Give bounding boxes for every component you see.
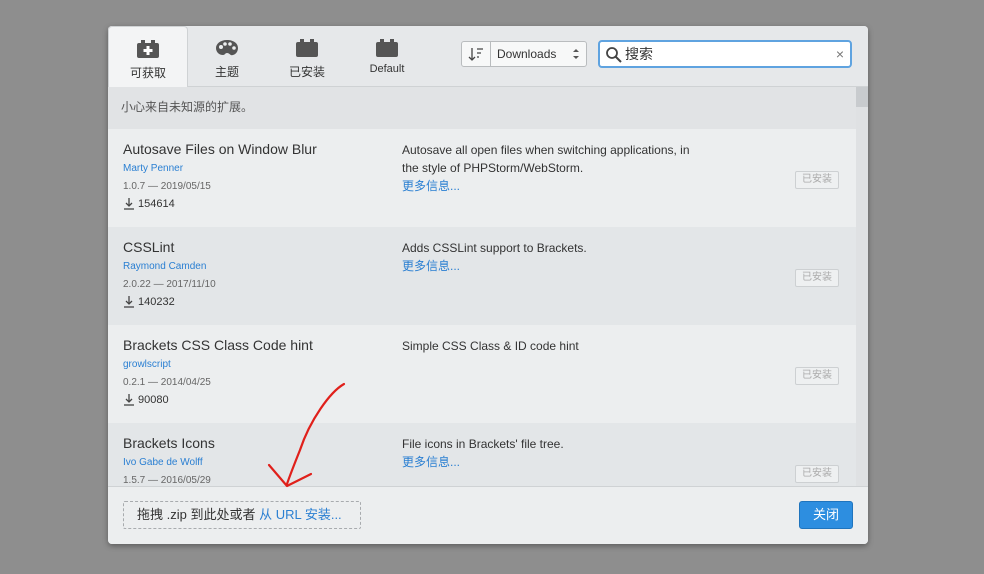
plus-box-icon <box>137 40 159 58</box>
tab-themes[interactable]: 主题 <box>188 26 266 86</box>
box-icon <box>376 39 398 57</box>
palette-icon <box>216 40 238 56</box>
search-input[interactable] <box>625 44 825 64</box>
toolbar: 可获取 主题 已安装 Default Downloads 搜索 × <box>108 26 868 87</box>
tab-available[interactable]: 可获取 <box>108 26 188 87</box>
extension-description: Simple CSS Class & ID code hint <box>402 337 692 355</box>
search-icon <box>606 47 622 63</box>
extension-name: Autosave Files on Window Blur <box>123 141 317 157</box>
more-info-link[interactable]: 更多信息... <box>402 259 460 273</box>
install-from-url-link[interactable]: 从 URL 安装... <box>259 507 342 522</box>
download-icon <box>124 394 134 406</box>
footer: 拖拽 .zip 到此处或者 从 URL 安装... 关闭 <box>108 486 868 544</box>
more-info-link[interactable]: 更多信息... <box>402 179 460 193</box>
download-count-value: 90080 <box>138 394 169 406</box>
description-text: File icons in Brackets' file tree. <box>402 437 564 451</box>
download-icon <box>124 198 134 210</box>
tab-label: 主题 <box>214 65 239 79</box>
installed-button[interactable]: 已安装 <box>795 269 839 287</box>
close-button[interactable]: 关闭 <box>799 501 853 529</box>
extension-list[interactable]: 小心来自未知源的扩展。 Autosave Files on Window Blu… <box>108 87 868 486</box>
list-item: Brackets Icons Ivo Gabe de Wolff 1.5.7 —… <box>108 423 856 486</box>
download-count-value: 140232 <box>138 296 175 308</box>
extension-description: Autosave all open files when switching a… <box>402 141 692 195</box>
extension-author[interactable]: Ivo Gabe de Wolff <box>123 457 203 468</box>
installed-button[interactable]: 已安装 <box>795 465 839 483</box>
extension-version: 2.0.22 — 2017/11/10 <box>123 279 216 290</box>
list-item: Brackets CSS Class Code hint growlscript… <box>108 325 856 423</box>
extension-author[interactable]: Raymond Camden <box>123 261 206 272</box>
extension-description: Adds CSSLint support to Brackets. 更多信息..… <box>402 239 692 275</box>
scrollbar-thumb[interactable] <box>856 87 868 107</box>
extension-manager-dialog: 可获取 主题 已安装 Default Downloads 搜索 × 小心来自未知… <box>108 26 868 544</box>
extension-name: Brackets Icons <box>123 435 215 451</box>
extension-version: 1.0.7 — 2019/05/15 <box>123 181 211 192</box>
more-info-link[interactable]: 更多信息... <box>402 455 460 469</box>
clear-icon[interactable]: × <box>836 46 844 62</box>
download-icon <box>124 296 134 308</box>
download-count: 140232 <box>123 295 175 308</box>
description-text: Simple CSS Class & ID code hint <box>402 339 579 353</box>
extension-author[interactable]: growlscript <box>123 359 171 370</box>
sort-value: Downloads <box>497 47 557 61</box>
search-field[interactable]: × <box>598 40 852 68</box>
extension-description: File icons in Brackets' file tree. 更多信息.… <box>402 435 692 471</box>
tab-label: 可获取 <box>129 66 166 80</box>
description-text: Adds CSSLint support to Brackets. <box>402 241 587 255</box>
box-icon <box>296 39 318 57</box>
description-text: Autosave all open files when switching a… <box>402 143 690 175</box>
download-count: 154614 <box>123 197 175 210</box>
installed-button[interactable]: 已安装 <box>795 171 839 189</box>
tab-label: 已安装 <box>288 65 325 79</box>
download-count: 90080 <box>123 393 169 406</box>
extension-name: CSSLint <box>123 239 175 255</box>
list-item: CSSLint Raymond Camden 2.0.22 — 2017/11/… <box>108 227 856 325</box>
extension-name: Brackets CSS Class Code hint <box>123 337 313 353</box>
scrollbar[interactable] <box>856 87 868 486</box>
sort-icon <box>468 42 491 66</box>
extension-version: 0.2.1 — 2014/04/25 <box>123 377 211 388</box>
tab-default[interactable]: Default <box>348 26 426 86</box>
installed-button[interactable]: 已安装 <box>795 367 839 385</box>
extension-author[interactable]: Marty Penner <box>123 163 183 174</box>
warning-message: 小心来自未知源的扩展。 <box>108 87 856 129</box>
sort-dropdown[interactable]: Downloads <box>461 41 587 67</box>
tab-installed[interactable]: 已安装 <box>268 26 346 86</box>
updown-arrows-icon <box>573 49 579 59</box>
download-count-value: 154614 <box>138 198 175 210</box>
tab-label: Default <box>369 63 405 75</box>
drop-zone[interactable]: 拖拽 .zip 到此处或者 从 URL 安装... <box>123 501 361 529</box>
drop-zone-text: 拖拽 .zip 到此处或者 <box>137 507 260 522</box>
list-item: Autosave Files on Window Blur Marty Penn… <box>108 129 856 227</box>
extension-version: 1.5.7 — 2016/05/29 <box>123 475 211 486</box>
